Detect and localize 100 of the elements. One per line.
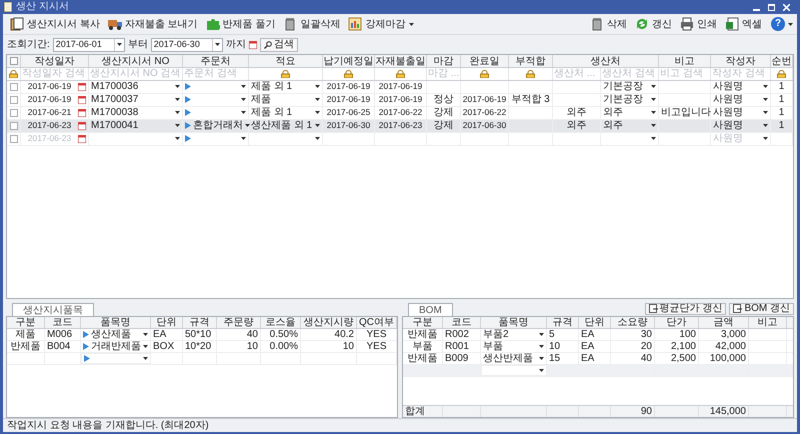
column-header[interactable]: 적요 — [249, 54, 323, 67]
date-field[interactable]: 2017-06-01 — [52, 38, 125, 52]
date-field[interactable]: 2017-06-30 — [150, 38, 223, 52]
tab[interactable]: 생산지시품목 — [12, 302, 94, 316]
filter-field[interactable]: 마감 ... — [427, 68, 460, 80]
caret-icon[interactable] — [651, 124, 656, 128]
lock-icon[interactable] — [9, 70, 18, 78]
caret-icon[interactable] — [315, 124, 320, 128]
caret-icon[interactable] — [143, 332, 148, 336]
toolbar-button[interactable]: 자재불출 보내기 — [104, 15, 201, 34]
caret-icon[interactable] — [241, 85, 246, 88]
caret-icon[interactable] — [143, 344, 148, 348]
column-header[interactable]: 부적합 — [509, 54, 553, 67]
column-header[interactable]: 품목명 — [81, 316, 151, 328]
toolbar-button[interactable]: 삭제 — [587, 15, 630, 34]
row-checkbox[interactable] — [10, 134, 18, 143]
column-header[interactable]: 비고 — [659, 54, 711, 67]
column-header[interactable]: 생산처 — [553, 54, 659, 67]
selected-row[interactable]: 2017-06-23 M1700041 혼합거래처 생산제품 외 1 2017-06-30 2017-06-23 강제 2017-06-30 외주 외주 사원명 1 — [7, 120, 793, 133]
caret-icon[interactable] — [763, 85, 768, 88]
row-checkbox[interactable] — [10, 82, 18, 91]
caret-icon[interactable] — [409, 22, 414, 26]
caret-icon[interactable] — [175, 98, 180, 102]
lock-icon[interactable] — [526, 70, 535, 78]
caret-icon[interactable] — [315, 111, 320, 114]
column-header[interactable]: 금액 — [699, 316, 749, 328]
caret-icon[interactable] — [651, 137, 656, 140]
column-header[interactable]: 규격 — [183, 316, 217, 328]
toolbar-button[interactable]: BOM 갱신 — [729, 302, 794, 315]
column-header[interactable]: 로스율 — [261, 316, 301, 328]
caret-icon[interactable] — [241, 111, 246, 114]
caret-icon[interactable] — [763, 98, 768, 102]
maximize-icon[interactable] — [768, 4, 775, 10]
column-header[interactable]: 품목명 — [481, 316, 547, 328]
column-header[interactable]: 생산지시량 — [301, 316, 357, 328]
column-header[interactable]: 구분 — [7, 316, 45, 328]
help-button[interactable]: ? — [771, 17, 785, 32]
column-header[interactable]: QC여부 — [357, 316, 397, 328]
column-header[interactable]: 생산지시서 NO — [89, 54, 183, 67]
caret-icon[interactable] — [651, 111, 656, 114]
caret-icon[interactable] — [175, 85, 180, 88]
column-header[interactable]: 소요량 — [611, 316, 655, 328]
tab[interactable]: BOM — [408, 302, 453, 316]
caret-icon[interactable] — [788, 22, 793, 26]
caret-icon[interactable] — [214, 43, 220, 46]
caret-icon[interactable] — [241, 98, 246, 102]
caret-icon[interactable] — [175, 111, 180, 114]
caret-icon[interactable] — [143, 356, 148, 360]
search-button[interactable]: 검색 — [260, 38, 298, 52]
toolbar-button[interactable]: 생산지시서 복사 — [7, 15, 103, 34]
column-header[interactable]: 비고 — [749, 316, 787, 328]
column-header[interactable]: 마감 — [427, 54, 461, 67]
column-header[interactable]: 순번 — [771, 54, 793, 67]
caret-icon[interactable] — [315, 98, 320, 102]
row-checkbox[interactable] — [10, 122, 18, 130]
caret-icon[interactable] — [763, 111, 768, 114]
column-header[interactable]: 단위 — [151, 316, 183, 328]
column-header[interactable]: 단가 — [655, 316, 699, 328]
caret-icon[interactable] — [315, 137, 320, 140]
caret-icon[interactable] — [539, 356, 544, 360]
toolbar-button[interactable]: 인쇄 — [677, 15, 720, 34]
caret-icon[interactable] — [175, 124, 180, 128]
column-header[interactable]: 완료일 — [461, 54, 509, 67]
row-checkbox[interactable] — [10, 108, 18, 117]
toolbar-button[interactable]: 엑셀 — [722, 15, 765, 34]
toolbar-button[interactable]: 일괄삭제 — [280, 15, 344, 34]
column-header[interactable]: 코드 — [45, 316, 81, 328]
lock-icon[interactable] — [777, 70, 786, 78]
row-checkbox[interactable] — [10, 96, 18, 104]
lock-icon[interactable] — [480, 70, 489, 78]
caret-icon[interactable] — [116, 43, 122, 46]
toolbar-button[interactable]: 갱신 — [632, 15, 675, 34]
toolbar-button[interactable]: 평균단가 갱신 — [644, 302, 726, 315]
close-icon[interactable] — [783, 4, 790, 10]
toolbar-button[interactable]: 강제마감 — [345, 15, 418, 34]
caret-icon[interactable] — [763, 137, 768, 140]
lock-icon[interactable] — [281, 70, 290, 78]
lock-icon[interactable] — [396, 70, 405, 78]
column-header[interactable]: 작성자 — [711, 54, 771, 67]
caret-icon[interactable] — [175, 137, 180, 140]
column-header[interactable]: 코드 — [443, 316, 481, 328]
column-header[interactable]: 규격 — [547, 316, 579, 328]
caret-icon[interactable] — [315, 85, 320, 88]
column-header[interactable]: 구분 — [403, 316, 443, 328]
caret-icon[interactable] — [539, 344, 544, 348]
caret-icon[interactable] — [651, 98, 656, 102]
caret-icon[interactable] — [539, 368, 544, 372]
column-header[interactable]: 작성일자 — [21, 54, 89, 67]
select-all-checkbox[interactable] — [10, 56, 18, 65]
caret-icon[interactable] — [651, 85, 656, 88]
column-header[interactable]: 주문처 — [183, 54, 249, 67]
column-header[interactable]: 단위 — [579, 316, 611, 328]
toolbar-button[interactable]: 반제품 풀기 — [202, 15, 278, 34]
caret-icon[interactable] — [245, 124, 250, 128]
column-header[interactable]: 주문량 — [217, 316, 261, 328]
caret-icon[interactable] — [763, 124, 768, 128]
column-header[interactable]: 자재불출일 — [375, 54, 427, 67]
caret-icon[interactable] — [241, 137, 246, 140]
caret-icon[interactable] — [539, 332, 544, 336]
lock-icon[interactable] — [344, 70, 353, 78]
